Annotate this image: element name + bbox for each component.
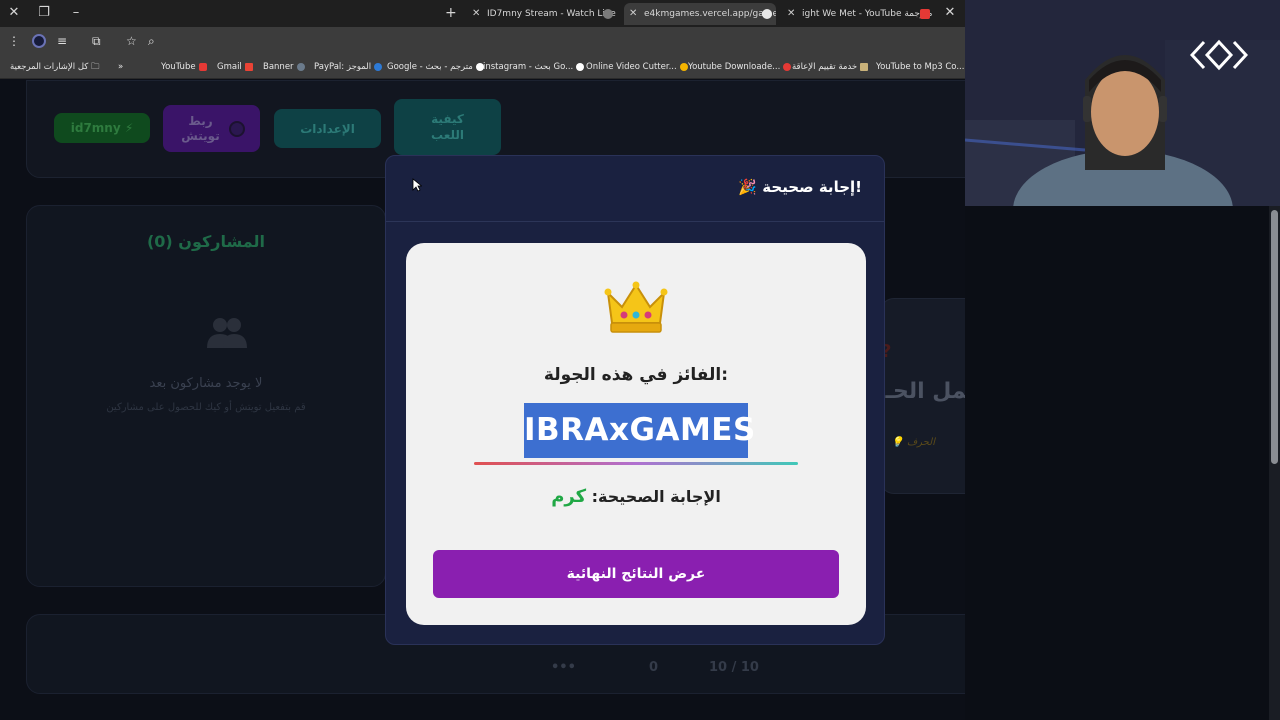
tab-id7mny-stream[interactable]: ✕ ID7mny Stream - Watch Live on [467, 3, 617, 25]
winner-underline [474, 462, 798, 465]
stream-logo-icon [1190, 39, 1248, 71]
settings-button[interactable]: الإعدادات [274, 109, 381, 148]
tab-favicon-icon [762, 9, 772, 19]
winner-label: الفائز في هذه الجولة: [543, 365, 729, 385]
streamer-camera-image [965, 0, 1280, 206]
bookmark-paypal[interactable]: PayPal: الموجز [314, 60, 383, 74]
new-tab-icon[interactable]: + [445, 4, 457, 22]
tab-title: e4kmgames.vercel.app/games/ [644, 9, 776, 19]
bookmark-disability-service[interactable]: خدمة تقييم الإعاقة [792, 60, 869, 74]
minimize-window-icon[interactable]: – [66, 4, 86, 22]
tab-e4kmgames[interactable]: ✕ e4kmgames.vercel.app/games/ [624, 3, 776, 25]
modal-title: 🎉 إجابة صحيحة! [738, 178, 862, 196]
zoom-icon[interactable]: ⌕ [148, 34, 155, 48]
scrollbar-thumb[interactable] [1271, 210, 1278, 464]
bookmark-gmail[interactable]: Gmail [217, 60, 253, 74]
winner-name: IBRAxGAMES [524, 403, 755, 458]
bookmark-banner[interactable]: Banner [263, 60, 305, 74]
twitch-link-label: ربط تويتش [181, 113, 220, 143]
close-tab-icon[interactable]: ✕ [940, 4, 960, 22]
modal-header: 🎉 إجابة صحيحة! [386, 156, 884, 222]
restore-window-icon[interactable]: ❐ [34, 4, 54, 22]
how-to-play-label: كيفية اللعب [431, 112, 464, 142]
correct-answer-row: الإجابة الصحيحة: كرم [406, 486, 866, 507]
bookmark-star-icon[interactable]: ☆ [126, 34, 137, 48]
browser-window: ✕ ❐ – + ✕ ID7mny Stream - Watch Live on … [0, 0, 965, 720]
webcam-overlay [965, 0, 1280, 206]
browser-toolbar: ⋮ ≡ ⧉ ☆ ⌕ [0, 27, 965, 55]
id7mny-button[interactable]: id7mny ⚡ [54, 113, 150, 143]
question-title: أكمل الحـ [885, 379, 965, 404]
page-scrollbar[interactable] [1269, 206, 1280, 720]
show-final-results-button[interactable]: عرض النتائج النهائية [433, 550, 839, 598]
close-window-icon[interactable]: ✕ [4, 4, 24, 22]
stats-progress: 10 / 10 [709, 660, 759, 675]
menu-dots-icon[interactable]: ⋮ [8, 34, 20, 48]
bookmark-overflow[interactable]: » [118, 60, 123, 74]
tab-title: ight We Met - YouTube مترجمة [802, 9, 933, 19]
participants-hint: قم بتفعيل تويتش أو كيك للحصول على مشاركي… [106, 402, 306, 413]
crown-icon [604, 281, 668, 333]
twitch-link-button[interactable]: ربط تويتش [163, 105, 260, 152]
twitch-status-icon [228, 120, 245, 137]
bookmark-youtube-downloader[interactable]: Youtube Downloade... [688, 60, 792, 74]
question-card: ? أكمل الحـ 💡 الحرف [880, 298, 965, 494]
tab-close-icon[interactable]: ✕ [629, 3, 637, 25]
users-icon [207, 318, 247, 348]
mouse-cursor-icon [412, 178, 422, 192]
stats-dots: ••• [551, 660, 576, 675]
participants-panel: المشاركون (0) لا يوجد مشاركون بعد قم بتف… [26, 205, 386, 587]
question-hint: 💡 الحرف [891, 437, 935, 448]
correct-answer-label: الإجابة الصحيحة: [591, 487, 721, 506]
correct-answer-modal: 🎉 إجابة صحيحة! الفائز في هذه الجولة: IBR… [385, 155, 885, 645]
tab-title: ID7mny Stream - Watch Live on [487, 9, 617, 19]
tab-strip: ✕ ❐ – + ✕ ID7mny Stream - Watch Live on … [0, 0, 965, 27]
tab-favicon-icon [603, 9, 613, 19]
bookmark-all-bookmarks[interactable]: كل الإشارات المرجعية 🗀 [10, 60, 100, 74]
tab-youtube[interactable]: ✕ ight We Met - YouTube مترجمة [782, 3, 934, 25]
tab-close-icon[interactable]: ✕ [787, 3, 795, 25]
correct-answer-word: كرم [551, 486, 587, 507]
extensions-icon[interactable]: ⧉ [92, 34, 101, 48]
stats-score: 0 [649, 660, 659, 675]
how-to-play-button[interactable]: كيفية اللعب [394, 99, 501, 155]
no-participants-text: لا يوجد مشاركون بعد [149, 376, 263, 391]
tab-close-icon[interactable]: ✕ [472, 3, 480, 25]
bookmark-video-cutter[interactable]: Online Video Cutter... [586, 60, 688, 74]
winner-card: الفائز في هذه الجولة: IBRAxGAMES الإجابة… [406, 243, 866, 625]
bookmark-instagram-search[interactable]: instagram - بحث Go... [483, 60, 585, 74]
bookmark-youtube[interactable]: YouTube [161, 60, 207, 74]
youtube-favicon-icon [920, 9, 930, 19]
participants-title: المشاركون (0) [146, 232, 266, 251]
bookmark-google-translate[interactable]: Google - مترجم - بحث [387, 60, 484, 74]
bookmark-youtube-mp3[interactable]: YouTube to Mp3 Co... [876, 60, 965, 74]
bookmarks-bar: كل الإشارات المرجعية 🗀 » YouTube Gmail B… [0, 55, 965, 79]
playlist-icon[interactable]: ≡ [57, 34, 67, 48]
profile-avatar[interactable] [32, 34, 46, 48]
